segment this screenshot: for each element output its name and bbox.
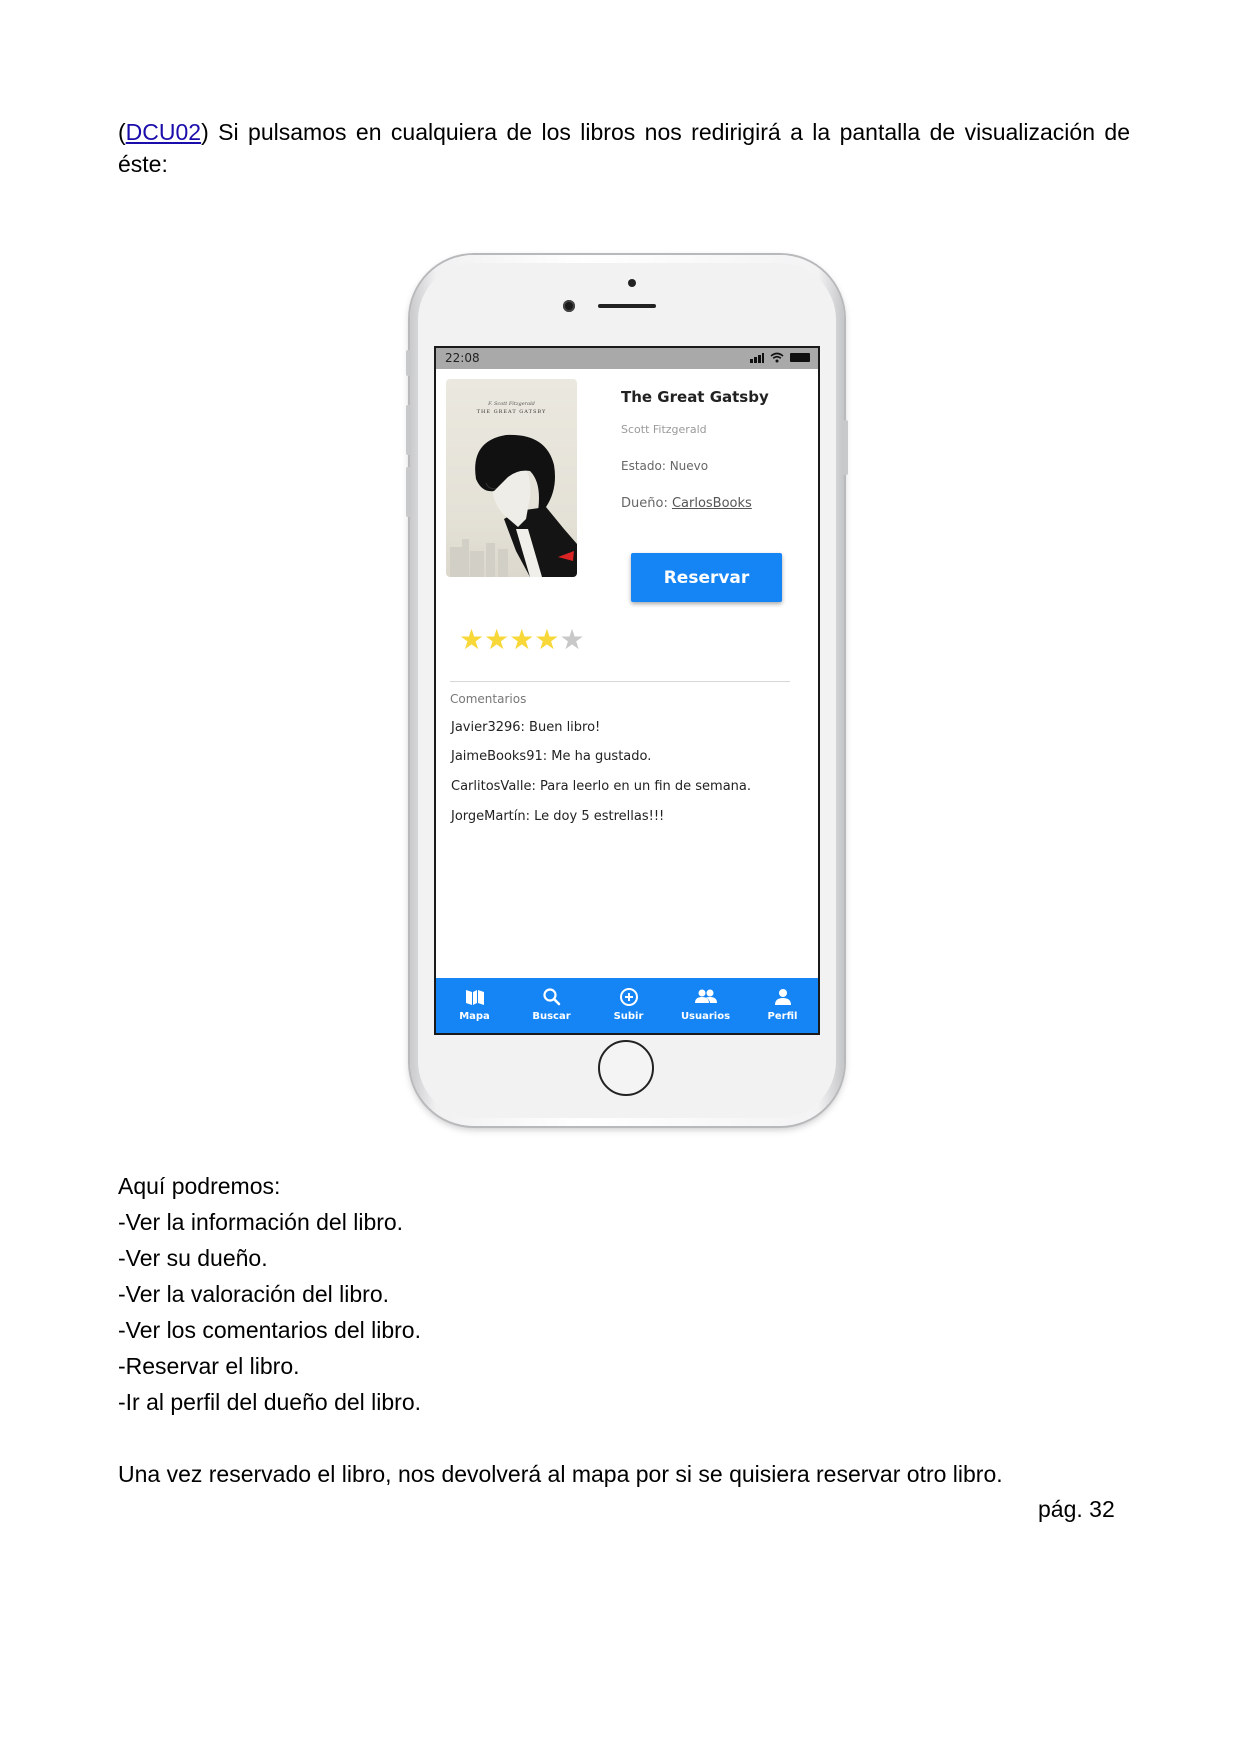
comment-item: JaimeBooks91: Me ha gustado. (451, 749, 652, 764)
body-line: -Reservar el libro. (118, 1353, 300, 1379)
star-icon-4: ★ (534, 623, 560, 656)
page-number: pág. 32 (1038, 1496, 1115, 1522)
body-line: -Ir al perfil del dueño del libro. (118, 1389, 421, 1415)
book-cover-image[interactable]: F. Scott Fitzgerald THE GREAT GATSBY (446, 379, 577, 577)
body-line: -Ver la valoración del libro. (118, 1281, 390, 1307)
dcu02-link[interactable]: DCU02 (126, 119, 201, 145)
cover-illustration (450, 434, 577, 577)
intro-open-paren: ( (118, 119, 126, 145)
star-icon-1: ★ (459, 623, 485, 656)
body-line: Aquí podremos: (118, 1173, 281, 1199)
front-camera-icon (563, 300, 575, 312)
volume-up-button (406, 405, 411, 455)
battery-icon (790, 353, 810, 362)
closing-paragraph: Una vez reservado el libro, nos devolver… (118, 1461, 1003, 1487)
book-title: The Great Gatsby (621, 388, 769, 406)
book-author: Scott Fitzgerald (621, 423, 707, 436)
body-line: -Ver la información del libro. (118, 1209, 404, 1235)
star-icon-3: ★ (509, 623, 535, 656)
book-owner: Dueño: CarlosBooks (621, 496, 752, 511)
comment-item: JorgeMartín: Le doy 5 estrellas!!! (451, 809, 665, 824)
comment-item: Javier3296: Buen libro! (451, 720, 601, 735)
owner-label: Dueño: (621, 496, 672, 511)
mute-switch (406, 350, 411, 376)
proximity-sensor (628, 279, 636, 287)
body-line: -Ver su dueño. (118, 1245, 268, 1271)
status-time: 22:08 (445, 351, 480, 365)
map-icon (436, 988, 513, 1006)
users-icon (667, 988, 744, 1006)
bottom-tab-bar: Mapa Buscar Subir Usuarios Perfil (436, 978, 818, 1033)
comments-label: Comentarios (450, 692, 527, 706)
signal-icon (750, 352, 764, 363)
body-line: -Ver los comentarios del libro. (118, 1317, 421, 1343)
tab-label: Mapa (459, 1011, 490, 1022)
phone-screen: 22:08 F. Scott Fitzgerald THE GREAT GATS… (434, 346, 820, 1035)
search-icon (513, 988, 590, 1006)
intro-text: ) Si pulsamos en cualquiera de los libro… (118, 119, 1130, 177)
status-bar: 22:08 (436, 348, 818, 369)
home-button[interactable] (598, 1040, 654, 1096)
rating-stars: ★★★★★ (459, 626, 585, 654)
star-icon-2: ★ (484, 623, 510, 656)
tab-perfil[interactable]: Perfil (744, 978, 818, 1033)
power-button (843, 420, 848, 475)
person-icon (744, 988, 818, 1006)
tab-label: Perfil (767, 1011, 798, 1022)
tab-label: Buscar (532, 1011, 571, 1022)
wifi-icon (770, 352, 784, 363)
reserve-button[interactable]: Reservar (631, 553, 782, 602)
earpiece-speaker (598, 304, 656, 308)
section-divider (450, 681, 790, 682)
intro-paragraph: (DCU02) Si pulsamos en cualquiera de los… (118, 116, 1130, 180)
tab-label: Usuarios (680, 1011, 731, 1022)
tab-label: Subir (613, 1011, 644, 1022)
tab-subir[interactable]: Subir (590, 978, 667, 1033)
book-condition: Estado: Nuevo (621, 459, 709, 473)
add-circle-icon (590, 988, 667, 1006)
tab-mapa[interactable]: Mapa (436, 978, 513, 1033)
owner-link[interactable]: CarlosBooks (672, 496, 752, 511)
tab-usuarios[interactable]: Usuarios (667, 978, 744, 1033)
star-icon-5: ★ (559, 623, 585, 656)
tab-buscar[interactable]: Buscar (513, 978, 590, 1033)
comment-item: CarlitosValle: Para leerlo en un fin de … (451, 779, 751, 794)
volume-down-button (406, 467, 411, 517)
